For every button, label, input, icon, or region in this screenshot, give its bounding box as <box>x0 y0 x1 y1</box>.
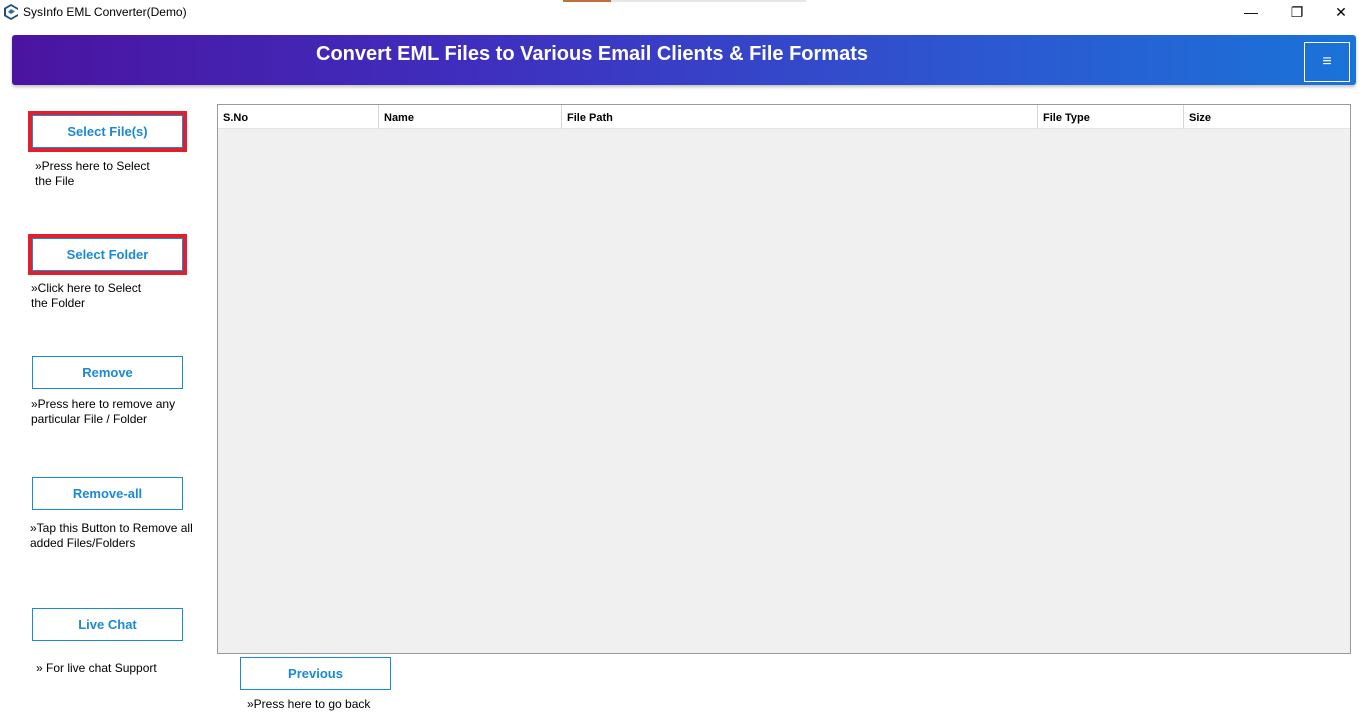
minimize-icon: — <box>1244 4 1258 20</box>
live-chat-button[interactable]: Live Chat <box>32 608 183 641</box>
live-chat-hint: » For live chat Support <box>36 661 157 675</box>
window-title: SysInfo EML Converter(Demo) <box>23 5 187 19</box>
column-header-size[interactable]: Size <box>1184 105 1350 129</box>
column-header-name[interactable]: Name <box>379 105 562 129</box>
table-header: S.No Name File Path File Type Size <box>218 105 1350 129</box>
close-icon: ✕ <box>1335 3 1347 20</box>
header-banner: Convert EML Files to Various Email Clien… <box>12 35 1356 85</box>
titlebar-accent <box>563 0 611 2</box>
remove-hint: »Press here to remove any particular Fil… <box>31 397 176 426</box>
app-logo-icon <box>4 4 18 20</box>
select-files-hint: »Press here to Select the File <box>35 159 150 188</box>
file-list-table[interactable]: S.No Name File Path File Type Size <box>217 104 1351 654</box>
column-header-sno[interactable]: S.No <box>218 105 379 129</box>
hamburger-icon: ≡ <box>1322 53 1332 70</box>
menu-button[interactable]: ≡ <box>1304 42 1350 82</box>
remove-button[interactable]: Remove <box>32 356 183 389</box>
banner-title: Convert EML Files to Various Email Clien… <box>316 43 868 65</box>
maximize-button[interactable]: ❐ <box>1274 0 1320 24</box>
column-header-file-type[interactable]: File Type <box>1038 105 1184 129</box>
select-folder-hint: »Click here to Select the Folder <box>31 281 142 310</box>
remove-all-hint: »Tap this Button to Remove all added Fil… <box>30 521 193 550</box>
restore-icon: ❐ <box>1290 3 1304 20</box>
previous-button[interactable]: Previous <box>240 657 391 690</box>
minimize-button[interactable]: — <box>1228 0 1274 24</box>
column-header-file-path[interactable]: File Path <box>562 105 1038 129</box>
previous-hint: »Press here to go back <box>247 697 371 711</box>
select-folder-button[interactable]: Select Folder <box>28 234 187 275</box>
window-titlebar: SysInfo EML Converter(Demo) — ❐ ✕ <box>0 0 1366 24</box>
remove-all-button[interactable]: Remove-all <box>32 477 183 510</box>
close-button[interactable]: ✕ <box>1318 0 1364 24</box>
select-files-button[interactable]: Select File(s) <box>28 111 187 152</box>
titlebar-accent-light <box>611 0 806 2</box>
